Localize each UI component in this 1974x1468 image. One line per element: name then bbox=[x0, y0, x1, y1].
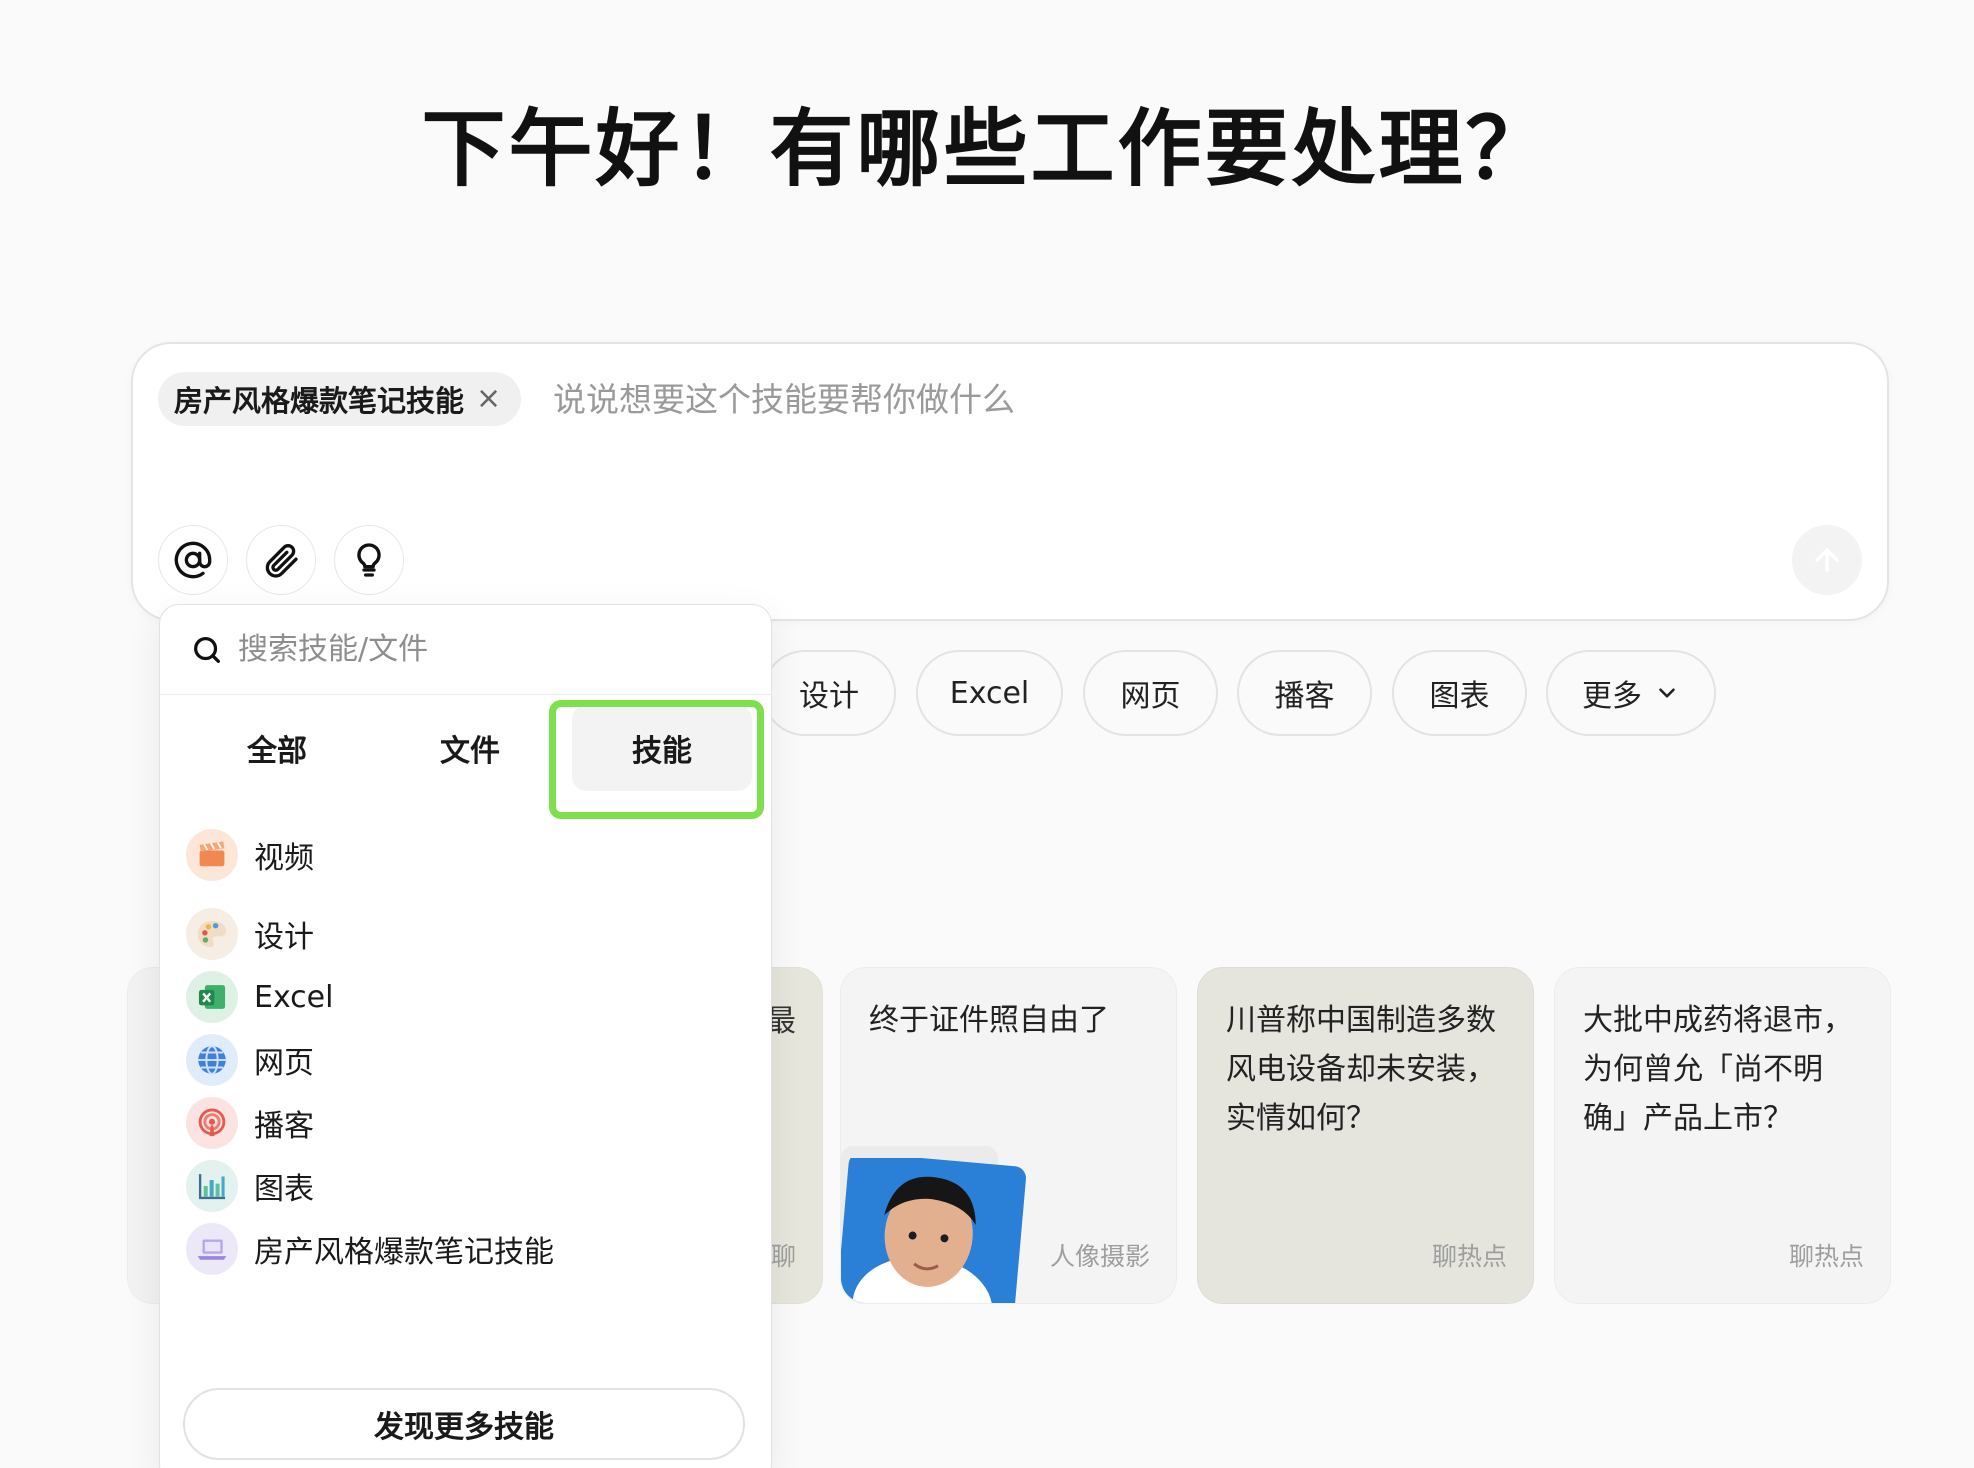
suggestion-card-news-2[interactable]: 大批中成药将退市，为何曾允「尚不明确」产品上市？ 聊热点 bbox=[1554, 967, 1891, 1304]
skill-picker-popup: 全部 文件 技能 视频 bbox=[159, 604, 772, 1468]
card-tag-fragment: 聊 bbox=[770, 1242, 796, 1271]
app-stage: 下午好！有哪些工作要处理？ 房产风格爆款笔记技能 × 说说想要这个技能要帮你做什… bbox=[0, 0, 1974, 1468]
card-tag: 聊热点 bbox=[1788, 1242, 1864, 1271]
selected-skill-chip-label: 房产风格爆款笔记技能 bbox=[174, 384, 465, 418]
lightbulb-icon bbox=[357, 543, 381, 577]
card-tag: 聊热点 bbox=[1431, 1242, 1507, 1271]
category-pill-label: 设计 bbox=[799, 679, 859, 714]
category-pill-excel[interactable]: Excel bbox=[916, 650, 1063, 736]
category-pill-web[interactable]: 网页 bbox=[1083, 650, 1218, 736]
skill-item-label: 图表 bbox=[254, 1172, 314, 1207]
podcast-icon bbox=[186, 1097, 238, 1149]
skill-item-chart[interactable]: 图表 bbox=[182, 1153, 742, 1219]
portrait-photo-icon bbox=[841, 1158, 1026, 1303]
card-tag: 人像摄影 bbox=[1049, 1242, 1150, 1271]
selected-skill-chip[interactable]: 房产风格爆款笔记技能 × bbox=[158, 372, 522, 426]
clapperboard-icon bbox=[186, 829, 238, 881]
attach-button[interactable] bbox=[246, 525, 316, 595]
category-pill-label: 播客 bbox=[1274, 679, 1335, 714]
chevron-down-icon bbox=[1659, 688, 1675, 698]
category-pill-label: 更多 bbox=[1582, 679, 1642, 714]
card-title: 川普称中国制造多数风电设备却未安装，实情如何？ bbox=[1226, 1003, 1496, 1136]
at-icon bbox=[174, 541, 212, 579]
skill-item-label: 播客 bbox=[254, 1109, 314, 1144]
excel-icon bbox=[186, 971, 238, 1023]
category-pill-label: 图表 bbox=[1429, 679, 1490, 714]
skill-item-podcast[interactable]: 播客 bbox=[182, 1090, 742, 1156]
search-icon bbox=[194, 636, 220, 663]
tab-all[interactable]: 全部 bbox=[187, 705, 367, 791]
card-title: 终于证件照自由了 bbox=[869, 1003, 1109, 1038]
skill-item-real-estate-notes[interactable]: 房产风格爆款笔记技能 bbox=[182, 1216, 742, 1282]
bar-chart-icon bbox=[186, 1160, 238, 1212]
skill-item-label: 设计 bbox=[254, 920, 314, 955]
idea-button[interactable] bbox=[334, 525, 404, 595]
mention-button[interactable] bbox=[158, 525, 228, 595]
prompt-input[interactable] bbox=[553, 374, 1753, 424]
skill-search-input[interactable] bbox=[238, 632, 698, 667]
paperclip-icon bbox=[265, 544, 298, 578]
skill-item-label: Excel bbox=[254, 979, 334, 1015]
discover-more-skills-button[interactable]: 发现更多技能 bbox=[183, 1388, 745, 1460]
send-button[interactable] bbox=[1792, 525, 1862, 595]
composer-box: 房产风格爆款笔记技能 × bbox=[131, 342, 1889, 621]
tab-skills[interactable]: 技能 bbox=[572, 705, 752, 791]
skill-item-excel[interactable]: Excel bbox=[182, 964, 742, 1030]
category-pill-podcast[interactable]: 播客 bbox=[1237, 650, 1372, 736]
skill-item-video[interactable]: 视频 bbox=[182, 822, 742, 888]
category-pill-label: 网页 bbox=[1120, 679, 1181, 714]
category-pill-chart[interactable]: 图表 bbox=[1392, 650, 1527, 736]
suggestion-card-id-photo[interactable]: 终于证件照自由了 人像摄影 bbox=[840, 967, 1177, 1304]
palette-icon bbox=[186, 908, 238, 960]
laptop-icon bbox=[186, 1223, 238, 1275]
suggestion-card-news-1[interactable]: 川普称中国制造多数风电设备却未安装，实情如何？ 聊热点 bbox=[1197, 967, 1534, 1304]
popup-search-bar bbox=[160, 605, 771, 695]
globe-icon bbox=[186, 1034, 238, 1086]
close-icon[interactable]: × bbox=[476, 384, 501, 414]
skill-item-label: 网页 bbox=[254, 1046, 314, 1081]
category-pill-design[interactable]: 设计 bbox=[762, 650, 896, 736]
arrow-up-icon bbox=[1815, 548, 1839, 572]
skill-item-label: 房产风格爆款笔记技能 bbox=[254, 1235, 554, 1270]
skill-item-web[interactable]: 网页 bbox=[182, 1027, 742, 1093]
skill-item-design[interactable]: 设计 bbox=[182, 901, 742, 967]
card-title: 大批中成药将退市，为何曾允「尚不明确」产品上市？ bbox=[1583, 1003, 1853, 1136]
page-title: 下午好！有哪些工作要处理？ bbox=[421, 99, 1553, 198]
skill-item-label: 视频 bbox=[254, 841, 314, 876]
category-pill-more[interactable]: 更多 bbox=[1546, 650, 1716, 736]
category-pill-label: Excel bbox=[949, 675, 1030, 711]
tab-files[interactable]: 文件 bbox=[380, 705, 560, 791]
